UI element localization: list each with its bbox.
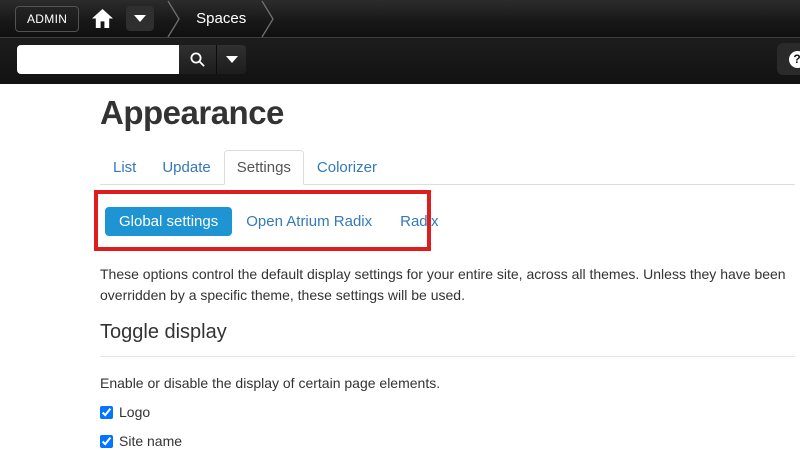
settings-description-line: overridden by a specific theme, these se… bbox=[100, 285, 795, 306]
logo-checkbox[interactable] bbox=[100, 406, 113, 419]
home-button[interactable] bbox=[91, 8, 114, 29]
theme-tabs: Global settings Open Atrium Radix Radix bbox=[105, 207, 795, 236]
theme-tab-radix[interactable]: Radix bbox=[386, 207, 452, 236]
tab-settings[interactable]: Settings bbox=[224, 150, 304, 185]
site-name-checkbox[interactable] bbox=[100, 435, 113, 448]
theme-tab-open-atrium-radix[interactable]: Open Atrium Radix bbox=[232, 207, 386, 236]
question-mark-icon: ? bbox=[789, 51, 800, 68]
section-divider bbox=[100, 356, 795, 357]
search-button[interactable] bbox=[179, 45, 216, 74]
toolbar: ? bbox=[0, 38, 800, 84]
breadcrumb-separator-icon bbox=[166, 0, 182, 38]
theme-tab-global-settings[interactable]: Global settings bbox=[105, 207, 232, 236]
checkbox-row-site-name: Site name bbox=[100, 433, 795, 449]
tab-update[interactable]: Update bbox=[149, 150, 223, 185]
search-input[interactable] bbox=[17, 45, 179, 74]
caret-down-icon bbox=[226, 56, 238, 63]
search-group bbox=[17, 45, 246, 74]
admin-bar: ADMIN Spaces bbox=[0, 0, 800, 38]
tab-colorizer[interactable]: Colorizer bbox=[304, 150, 390, 185]
search-caret-button[interactable] bbox=[216, 45, 246, 74]
breadcrumb-item-spaces[interactable]: Spaces bbox=[196, 10, 246, 27]
main-content: Appearance List Update Settings Colorize… bbox=[0, 93, 795, 449]
logo-checkbox-label: Logo bbox=[119, 404, 150, 420]
primary-tabs: List Update Settings Colorizer bbox=[100, 150, 795, 185]
checkbox-row-logo: Logo bbox=[100, 404, 795, 420]
settings-description-line: These options control the default displa… bbox=[100, 264, 795, 285]
settings-description: These options control the default displa… bbox=[100, 264, 795, 306]
help-button[interactable]: ? bbox=[777, 43, 800, 75]
caret-down-icon bbox=[134, 15, 146, 22]
breadcrumb-separator-icon bbox=[260, 0, 276, 38]
site-name-checkbox-label: Site name bbox=[119, 433, 182, 449]
admin-button[interactable]: ADMIN bbox=[15, 6, 79, 32]
page-title: Appearance bbox=[100, 93, 795, 133]
tab-list[interactable]: List bbox=[100, 150, 149, 185]
toggle-display-description: Enable or disable the display of certain… bbox=[100, 375, 795, 391]
home-icon bbox=[91, 8, 114, 29]
toggle-display-title: Toggle display bbox=[100, 321, 795, 344]
breadcrumb-caret-button[interactable] bbox=[126, 6, 154, 31]
search-icon bbox=[189, 51, 206, 68]
